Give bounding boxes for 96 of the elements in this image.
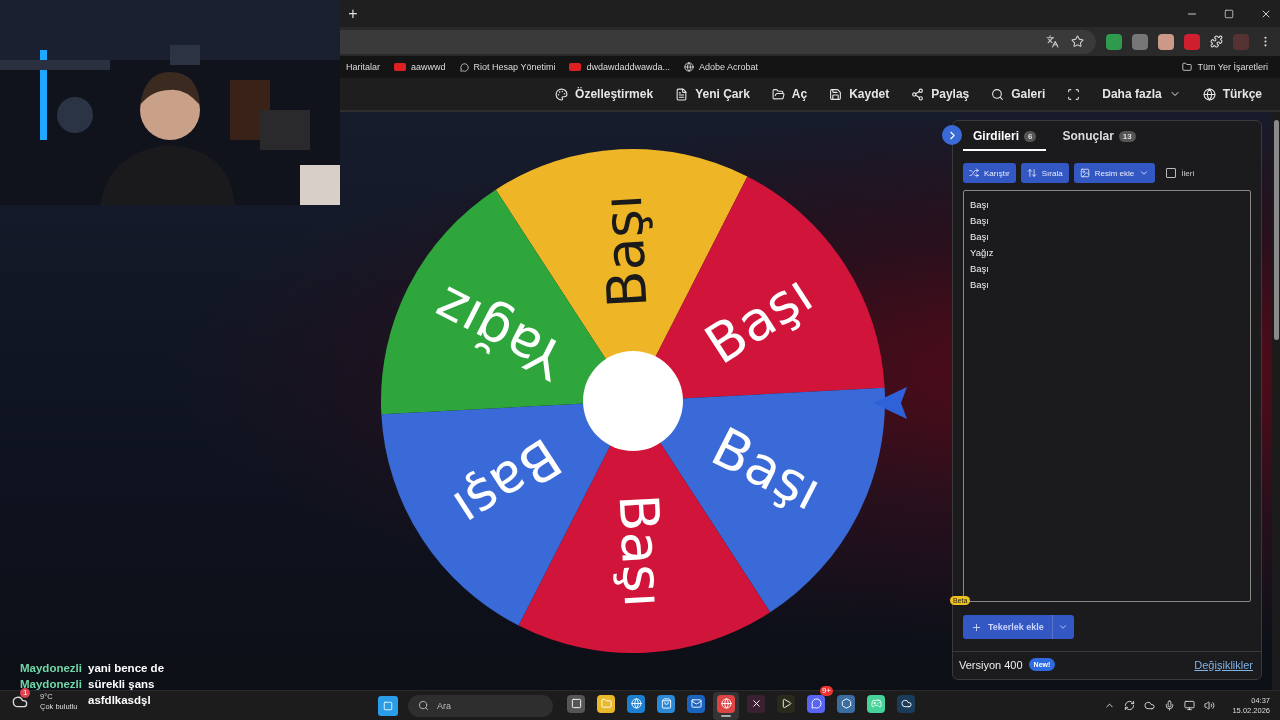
sort-icon (1026, 168, 1037, 178)
nav-item[interactable]: Türkçe (1202, 87, 1262, 101)
entry-line: Başı (970, 199, 990, 211)
extensions-icon[interactable] (1210, 35, 1223, 48)
notification-badge: 9+ (819, 685, 833, 696)
translate-icon[interactable] (1046, 35, 1059, 48)
chat-message: asfdlkasdşl (88, 694, 152, 706)
palette-icon (555, 87, 569, 101)
window-icon (570, 698, 582, 709)
nav-item[interactable]: Özelleştirmek (555, 87, 654, 101)
plus-icon (971, 621, 982, 633)
bookmark[interactable]: aawwwd (411, 62, 446, 72)
start-button[interactable] (378, 695, 398, 716)
segment-label: Başı (701, 415, 832, 523)
chat-username: Maydonezli (20, 678, 82, 690)
bookmark[interactable]: Riot Hesap Yönetimi (473, 62, 556, 72)
chat-bubble-icon (459, 62, 469, 72)
expand-button[interactable] (942, 125, 962, 145)
globe-icon (1202, 87, 1216, 101)
folder-icon (1182, 62, 1193, 72)
cloud-icon (900, 698, 912, 709)
nav-item[interactable]: Daha fazla (1102, 87, 1181, 101)
changelog-link[interactable]: Değişiklikler (1194, 658, 1253, 671)
extension-icon[interactable] (1158, 33, 1174, 50)
microphone-icon[interactable] (1164, 700, 1176, 711)
share-icon (911, 87, 925, 101)
checkbox[interactable] (1166, 168, 1177, 178)
folder-icon (771, 87, 785, 101)
weather-icon (12, 694, 28, 710)
globe-icon (720, 698, 732, 709)
chat-message: yani bence de (88, 662, 165, 674)
segment-label: Başı (694, 262, 824, 377)
new-tab-button[interactable]: + (344, 4, 362, 23)
bookmark[interactable]: dwdawdaddwawda... (586, 62, 670, 72)
all-bookmarks[interactable]: Tüm Yer İşaretleri (1197, 62, 1268, 72)
save-icon (829, 87, 843, 101)
entry-line: Başı (970, 263, 990, 275)
video-icon (394, 63, 406, 71)
hexagon-icon (840, 698, 852, 709)
chat-bubble-icon (810, 698, 822, 709)
add-wheel-button[interactable]: Tekerlek ekle (963, 615, 1052, 639)
chat-username: Maydonezli (20, 662, 82, 674)
nav-item[interactable]: Yeni Çark (675, 87, 750, 101)
search-field[interactable]: Ara (408, 694, 553, 717)
taskbar-app[interactable] (713, 691, 739, 720)
triangle-icon (780, 698, 792, 709)
nav-item[interactable]: Kaydet (829, 87, 890, 101)
video-icon (569, 63, 582, 71)
bookmark[interactable]: Haritalar (346, 62, 380, 72)
version-label: Versiyon 400 (959, 658, 1023, 671)
entry-line: Başı (970, 279, 990, 291)
entry-line: Yağız (970, 247, 995, 259)
extension-icon[interactable] (1106, 33, 1122, 50)
nav-item[interactable]: Paylaş (911, 87, 970, 101)
caret-icon (1058, 622, 1069, 632)
document-icon (675, 87, 689, 101)
bookmark[interactable]: Adobe Acrobat (698, 62, 758, 72)
network-icon[interactable] (1184, 700, 1196, 711)
restore-icon[interactable] (1224, 8, 1234, 19)
gamepad-icon (870, 698, 882, 709)
segment-label: Başı (590, 193, 660, 310)
extension-icon[interactable] (1184, 33, 1200, 50)
tool-button[interactable]: Sırala (1020, 163, 1069, 183)
globe-icon (683, 62, 694, 72)
entry-line: Başı (970, 215, 990, 227)
globe-icon (630, 698, 642, 709)
pointer-icon (873, 387, 907, 419)
scrollbar-thumb[interactable] (1273, 120, 1279, 340)
count-badge: 6 (1024, 130, 1037, 142)
panel-tab[interactable]: Girdileri 6 (963, 127, 1047, 151)
folder-icon (600, 698, 612, 709)
panel-tab[interactable]: Sonuçlar 13 (1052, 127, 1146, 151)
chat-message: sürekli şans (88, 678, 156, 690)
sync-icon[interactable] (1124, 700, 1136, 711)
entry-line: Başı (970, 231, 990, 243)
cloud-icon[interactable] (1144, 700, 1156, 711)
nav-item[interactable]: Aç (771, 87, 808, 101)
search-icon (991, 87, 1005, 101)
bag-icon (660, 698, 672, 709)
checkbox-label: İleri (1181, 168, 1195, 178)
fullscreen-icon[interactable] (1067, 87, 1081, 101)
nav-item[interactable]: Galeri (991, 87, 1046, 101)
bookmark-star-icon[interactable] (1071, 35, 1084, 48)
tool-button[interactable]: Resim ekle (1073, 163, 1156, 183)
extension-icon[interactable] (1132, 33, 1148, 50)
volume-icon[interactable] (1204, 700, 1216, 711)
shuffle-icon (969, 168, 979, 178)
search-icon (418, 700, 429, 711)
count-badge: 13 (1118, 130, 1136, 142)
image-icon (1079, 168, 1090, 178)
segment-label: Başı (606, 492, 676, 609)
segment-label: Başı (442, 425, 572, 540)
caret-icon (1139, 168, 1150, 178)
tool-button[interactable]: Karıştır (963, 163, 1016, 183)
weather-badge: 1 (20, 688, 31, 698)
mail-icon (690, 698, 702, 709)
